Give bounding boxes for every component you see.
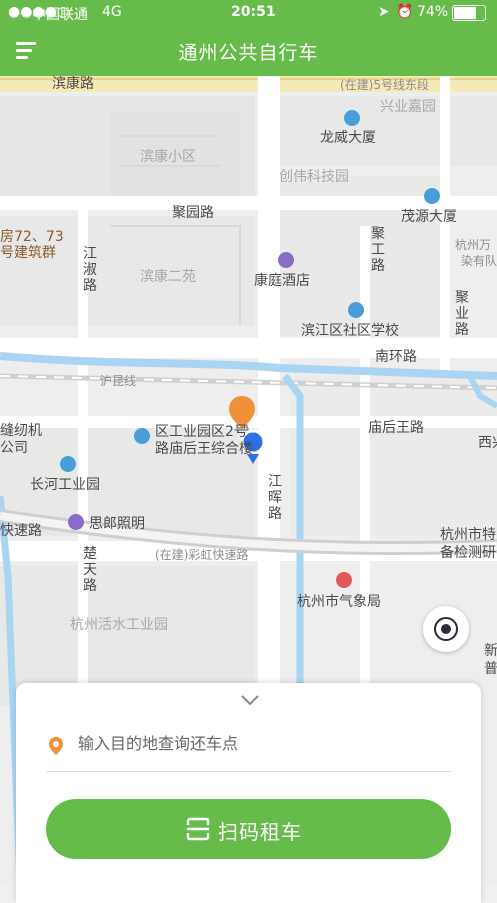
map-label: 滨康小区 [140, 149, 196, 165]
map-label: 聚业路 [455, 290, 469, 338]
clock: 20:51 [231, 4, 276, 20]
destination-field[interactable] [46, 727, 451, 772]
rent-panel: 扫码租车 [16, 683, 481, 903]
scan-icon [186, 817, 210, 841]
map-label: 龙威大厦 [320, 130, 376, 146]
map-label: 公司 [0, 440, 28, 456]
map-label: 西兴 [478, 435, 497, 451]
scan-rent-label: 扫码租车 [218, 820, 302, 844]
map-label: 庙后王路 [368, 420, 424, 436]
map-label: 康庭酒店 [254, 273, 310, 289]
battery-icon [452, 5, 486, 21]
map-label: 兴业嘉园 [380, 99, 436, 115]
map-label: 滨江区社区学校 [301, 323, 399, 339]
page-title: 通州公共自行车 [178, 42, 319, 64]
map-label: 普 [484, 661, 497, 677]
map-label: 南环路 [375, 349, 417, 365]
map-label: 号建筑群 [0, 245, 56, 261]
map-label: 江淑路 [83, 246, 97, 294]
map-label: 沪昆线 [100, 374, 137, 388]
network-label: 4G [102, 4, 122, 20]
map-label: 创伟科技园 [279, 169, 349, 185]
map-label: 长河工业园 [30, 477, 100, 493]
school-poi-icon[interactable] [348, 302, 364, 318]
government-poi-icon[interactable] [336, 572, 352, 588]
map-label: 思郎照明 [89, 516, 145, 532]
map-label: 新 [484, 643, 497, 659]
map-label: 备检测研 [440, 545, 496, 561]
building-poi-icon[interactable] [60, 456, 76, 472]
map-label: (在建)彩虹快速路 [155, 548, 249, 562]
battery-percent: 74% [417, 4, 449, 20]
hotel-poi-icon[interactable] [278, 252, 294, 268]
scan-rent-button[interactable]: 扫码租车 [46, 799, 451, 859]
building-poi-icon[interactable] [134, 428, 150, 444]
map-label: 路庙后王综合楼 [155, 441, 253, 457]
map-label: 杭州市气象局 [297, 594, 381, 610]
building-poi-icon[interactable] [424, 188, 440, 204]
map-label: 茂源大厦 [401, 209, 457, 225]
app-header: 通州公共自行车 [0, 26, 497, 76]
destination-input[interactable] [76, 733, 440, 754]
map-label: 快速路 [0, 523, 42, 539]
map-label: 杭州活水工业园 [70, 617, 168, 633]
target-icon [434, 617, 458, 641]
alarm-icon: ⏰ [396, 4, 414, 20]
map-label: (在建)5号线东段 [340, 78, 429, 92]
carrier-label: 中国联通 [32, 7, 88, 23]
map-label: 滨康二苑 [140, 269, 196, 285]
location-arrow-icon: ➤ [378, 4, 390, 20]
locate-me-button[interactable] [423, 606, 469, 652]
chevron-down-icon [241, 695, 259, 706]
building-poi-icon[interactable] [344, 110, 360, 126]
shop-poi-icon[interactable] [68, 514, 84, 530]
map-label: 染有队 [461, 254, 497, 268]
map-label: 杭州万 [455, 238, 492, 252]
map-label: 江晖路 [268, 474, 282, 522]
collapse-button[interactable] [238, 691, 262, 709]
map-label: 滨康路 [52, 76, 94, 92]
map-label: 杭州市特 [440, 527, 496, 543]
map-label: 聚园路 [172, 205, 214, 221]
map-label: 聚工路 [371, 226, 385, 274]
status-bar: ●●●●○ 中国联通 4G 20:51 ➤ ⏰ 74% [0, 0, 497, 26]
location-pin-icon [49, 737, 63, 755]
map-label: 楚天路 [83, 546, 97, 594]
